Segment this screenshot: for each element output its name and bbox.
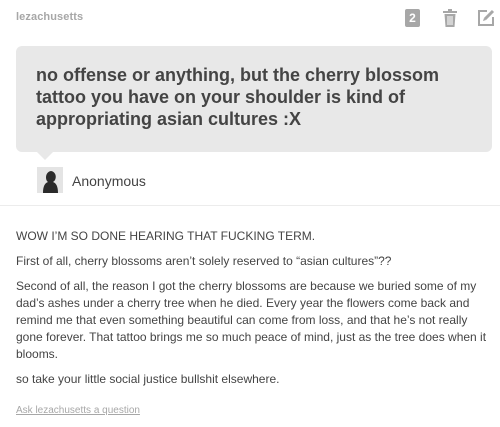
question-text: no offense or anything, but the cherry b…: [36, 65, 440, 129]
asker-name: Anonymous: [72, 173, 146, 189]
post-username[interactable]: lezachusetts: [16, 11, 83, 23]
answer-paragraph: First of all, cherry blossoms aren’t sol…: [16, 254, 392, 268]
answer-paragraph: Second of all, the reason I got the cher…: [16, 279, 487, 361]
answer-paragraph: WOW I’M SO DONE HEARING THAT FUCKING TER…: [16, 229, 316, 243]
edit-icon[interactable]: [476, 8, 496, 28]
answer-body: WOW I’M SO DONE HEARING THAT FUCKING TER…: [16, 228, 494, 396]
post-header: lezachusetts 2: [0, 0, 500, 34]
answer-paragraph: so take your little social justice bulls…: [16, 372, 280, 386]
anonymous-avatar-icon: [37, 167, 63, 193]
question-bubble-pointer: [37, 152, 53, 160]
divider: [0, 205, 500, 206]
ask-question-link[interactable]: Ask lezachusetts a question: [16, 405, 140, 416]
trash-icon[interactable]: [440, 8, 460, 28]
question-bubble: no offense or anything, but the cherry b…: [16, 46, 492, 152]
note-count-badge[interactable]: 2: [405, 9, 420, 27]
